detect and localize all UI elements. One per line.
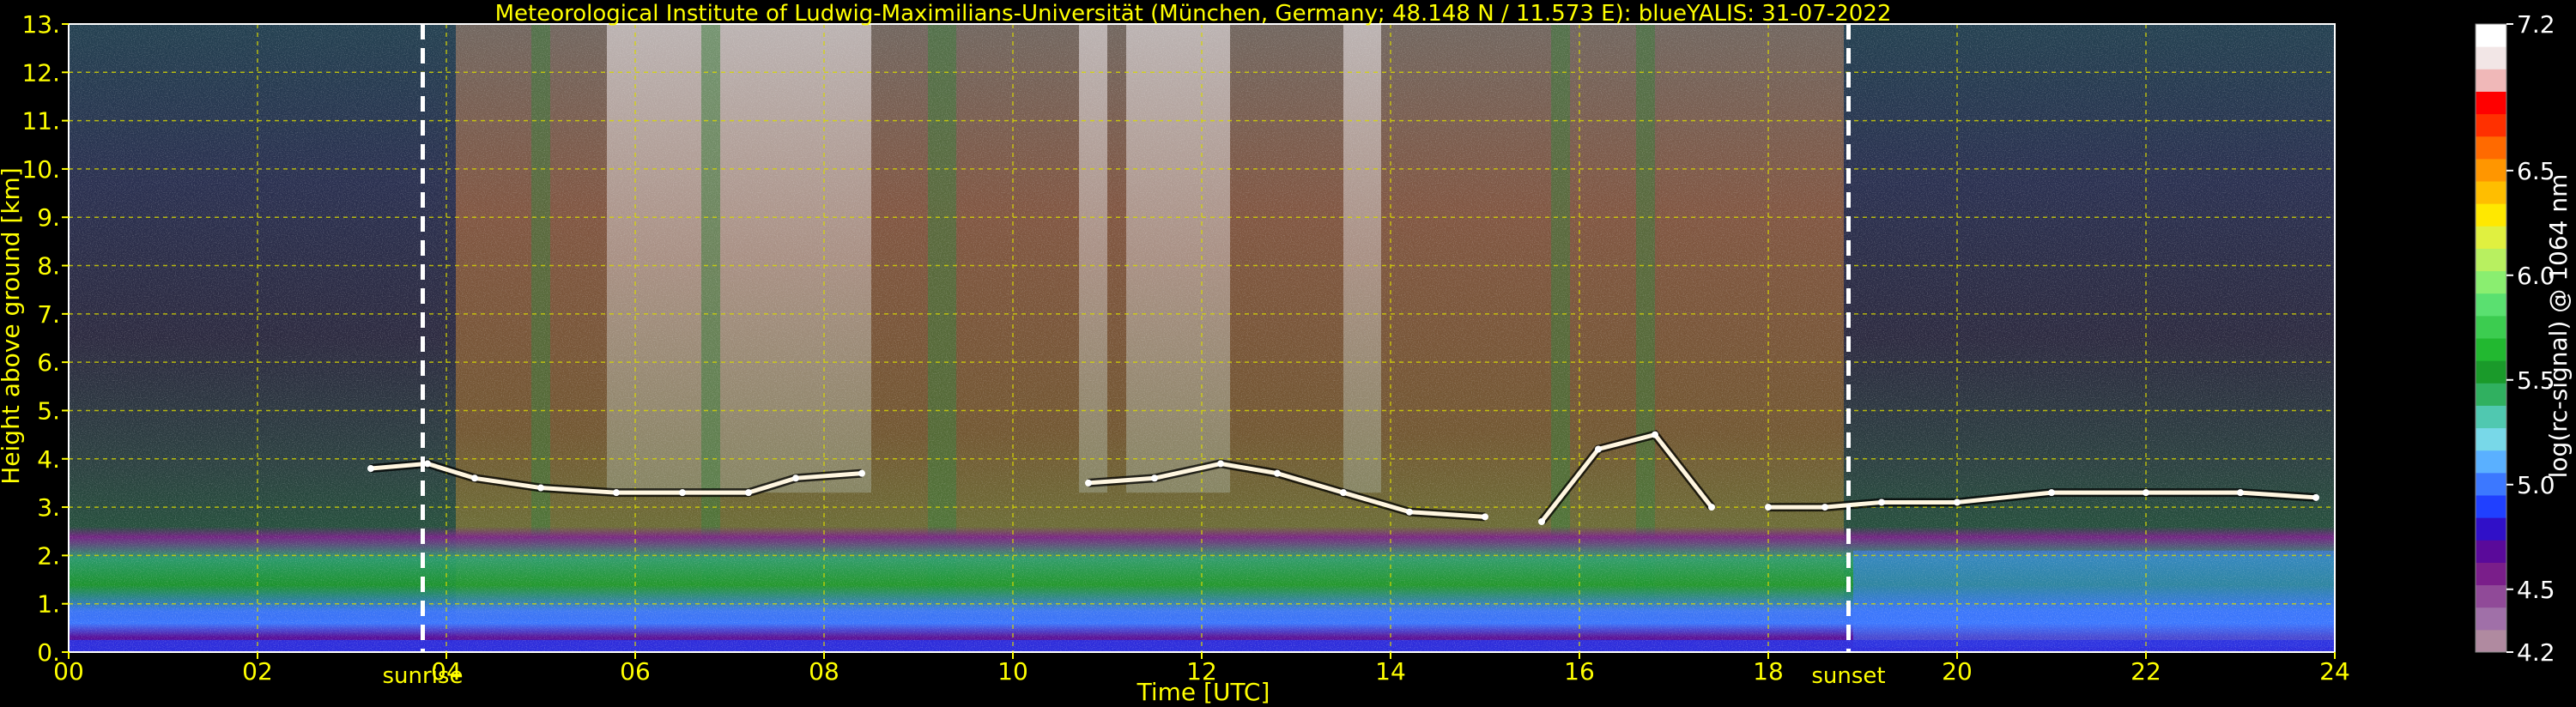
colorbar-bin <box>2476 629 2506 653</box>
colorbar-bin <box>2476 427 2506 451</box>
colorbar-bin <box>2476 91 2506 115</box>
cloud-point <box>1085 479 1092 486</box>
x-tick-label: 14 <box>1375 657 1406 686</box>
x-tick-label: 04 <box>431 657 462 686</box>
cloud-point <box>1274 469 1281 477</box>
y-tick-label: 13. <box>21 10 60 39</box>
cloud-point <box>792 474 799 482</box>
colorbar-bin <box>2476 158 2506 182</box>
colorbar-bin <box>2476 562 2506 586</box>
cloud-point <box>537 484 544 492</box>
colorbar-bin <box>2476 69 2506 92</box>
chart-title: Meteorological Institute of Ludwig-Maxim… <box>495 1 1892 27</box>
y-tick-label: 9. <box>37 203 60 232</box>
colorbar: 7.26.56.05.55.04.54.2 <box>2475 10 2555 667</box>
colorbar-bin <box>2476 584 2506 608</box>
x-tick-label: 10 <box>997 657 1028 686</box>
y-tick-label: 2. <box>37 541 60 570</box>
colorbar-bin <box>2476 495 2506 518</box>
cloud-point <box>1217 460 1224 468</box>
cloud-point <box>2237 489 2244 497</box>
colorbar-tick-label: 4.2 <box>2517 638 2555 667</box>
x-tick-label: 08 <box>809 657 839 686</box>
cloud-point <box>1878 499 1885 506</box>
colorbar-bin <box>2476 472 2506 496</box>
cloud-point <box>1765 504 1772 511</box>
cloud-point <box>1151 474 1158 482</box>
colorbar-label: log(rc-signal) @ 1064 nm <box>2544 174 2573 479</box>
cloud-point <box>2312 493 2319 501</box>
lidar-chart: sunrise sunset 00 02 04 06 08 10 12 14 16 18 20 22 24… <box>0 1 2573 706</box>
cloud-point <box>1708 504 1715 511</box>
cloud-point <box>1482 513 1488 521</box>
sunset-label: sunset <box>1811 663 1885 689</box>
x-tick-label: 20 <box>1942 657 1973 686</box>
colorbar-bin <box>2476 226 2506 249</box>
y-tick-label: 10. <box>21 155 60 184</box>
cloud-point <box>2048 489 2055 497</box>
x-tick-label: 24 <box>2319 657 2350 686</box>
colorbar-bin <box>2476 315 2506 339</box>
colorbar-bin <box>2476 113 2506 137</box>
cloud-point <box>745 489 752 497</box>
colorbar-bin <box>2476 360 2506 384</box>
cloud-point <box>1340 489 1347 497</box>
colorbar-bin <box>2476 607 2506 631</box>
cloud-point <box>1821 504 1828 511</box>
cloud-point <box>471 474 478 482</box>
y-tick-label: 6. <box>37 348 60 377</box>
colorbar-bin <box>2476 24 2506 47</box>
y-tick-label: 12. <box>21 58 60 87</box>
colorbar-bin <box>2476 46 2506 69</box>
colorbar-bin <box>2476 405 2506 429</box>
colorbar-bin <box>2476 203 2506 227</box>
cloud-point <box>367 465 374 473</box>
y-tick-label: 1. <box>37 590 60 619</box>
x-tick-label: 18 <box>1753 657 1784 686</box>
colorbar-tick-label: 4.5 <box>2517 576 2555 604</box>
colorbar-bin <box>2476 517 2506 541</box>
cloud-point <box>424 460 431 468</box>
colorbar-bin <box>2476 383 2506 406</box>
colorbar-bin <box>2476 338 2506 361</box>
y-tick-label: 3. <box>37 493 60 522</box>
cloud-point <box>679 489 686 497</box>
colorbar-bin <box>2476 270 2506 294</box>
y-tick-label: 4. <box>37 445 60 474</box>
colorbar-tick-label: 7.2 <box>2517 10 2555 39</box>
cloud-point <box>1595 445 1602 453</box>
y-axis-label: Height above ground [km] <box>0 167 25 485</box>
x-tick-label: 06 <box>620 657 651 686</box>
y-tick-label: 8. <box>37 252 60 281</box>
x-axis-label: Time [UTC] <box>1136 678 1270 706</box>
cloud-point <box>1954 499 1961 506</box>
colorbar-bin <box>2476 540 2506 563</box>
y-tick-label: 5. <box>37 396 60 425</box>
colorbar-bin <box>2476 248 2506 272</box>
x-tick-label: 22 <box>2131 657 2161 686</box>
x-tick-label: 02 <box>242 657 273 686</box>
cloud-point <box>2143 489 2149 497</box>
y-tick-label: 0. <box>37 638 60 667</box>
colorbar-bin <box>2476 136 2506 160</box>
cloud-point <box>1406 508 1413 516</box>
colorbar-bin <box>2476 181 2506 204</box>
y-tick-label: 7. <box>37 300 60 329</box>
cloud-point <box>613 489 620 497</box>
cloud-point <box>858 469 865 477</box>
x-tick-label: 16 <box>1564 657 1595 686</box>
colorbar-bin <box>2476 450 2506 474</box>
y-tick-label: 11. <box>21 107 60 136</box>
cloud-point <box>1652 431 1658 438</box>
colorbar-bin <box>2476 293 2506 317</box>
cloud-point <box>1538 517 1545 525</box>
